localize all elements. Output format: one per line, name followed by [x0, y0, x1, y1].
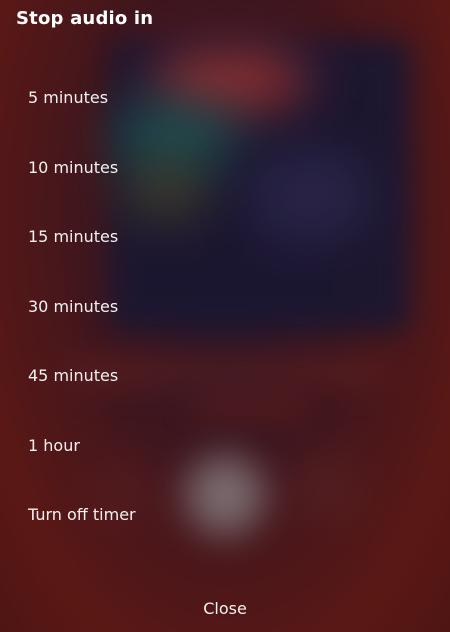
option-15-minutes[interactable]: 15 minutes	[0, 202, 450, 272]
option-45-minutes[interactable]: 45 minutes	[0, 341, 450, 411]
option-30-minutes[interactable]: 30 minutes	[0, 272, 450, 342]
option-10-minutes[interactable]: 10 minutes	[0, 133, 450, 203]
option-5-minutes[interactable]: 5 minutes	[0, 63, 450, 133]
close-button[interactable]: Close	[0, 590, 450, 626]
option-1-hour[interactable]: 1 hour	[0, 411, 450, 481]
option-turn-off-timer[interactable]: Turn off timer	[0, 480, 450, 550]
sleep-timer-sheet: Stop audio in 5 minutes 10 minutes 15 mi…	[0, 0, 450, 632]
sheet-title: Stop audio in	[16, 8, 154, 29]
timer-options-list: 5 minutes 10 minutes 15 minutes 30 minut…	[0, 63, 450, 550]
